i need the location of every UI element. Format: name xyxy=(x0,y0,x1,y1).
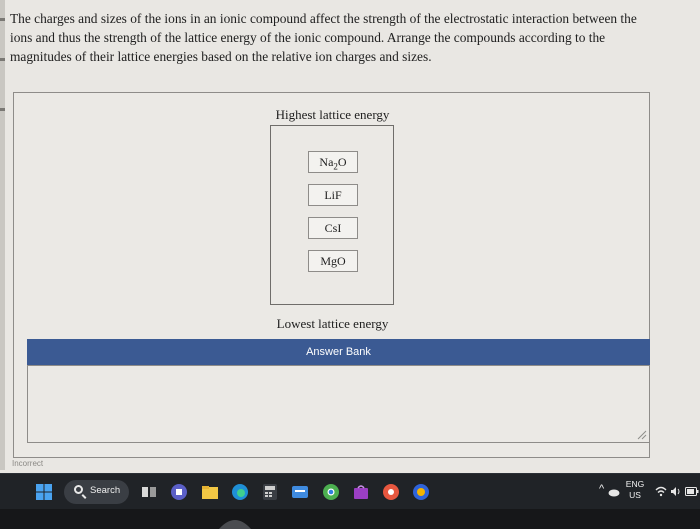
taskbar: Search ^ ENG US xyxy=(0,473,700,510)
browser-icon[interactable] xyxy=(412,483,430,501)
app-icon[interactable] xyxy=(291,483,309,501)
compound-tile-na2o[interactable]: Na2O xyxy=(308,151,358,173)
windows-start-icon[interactable] xyxy=(35,483,53,501)
battery-icon[interactable] xyxy=(685,487,699,496)
ranking-workspace: Highest lattice energy Na2O LiF CsI MgO … xyxy=(13,92,650,458)
search-icon xyxy=(74,485,83,494)
compound-tile-mgo[interactable]: MgO xyxy=(308,250,358,272)
sidebar-marker xyxy=(0,58,5,61)
taskbar-search[interactable]: Search xyxy=(64,480,129,504)
answer-bank-header: Answer Bank xyxy=(27,339,650,365)
laptop-logo-icon xyxy=(219,520,251,529)
store-icon[interactable] xyxy=(352,483,370,501)
chrome-icon[interactable] xyxy=(322,483,340,501)
question-text: The charges and sizes of the ions in an … xyxy=(10,11,637,64)
teams-icon[interactable] xyxy=(170,483,188,501)
result-status: Incorrect xyxy=(12,459,44,468)
compound-tile-csi[interactable]: CsI xyxy=(308,217,358,239)
sidebar-strip xyxy=(0,0,5,470)
answer-bank-dropzone[interactable] xyxy=(27,365,650,443)
sidebar-marker xyxy=(0,108,5,111)
formula-main: Na xyxy=(319,155,334,169)
cloud-icon[interactable] xyxy=(608,487,620,497)
ranking-dropzone[interactable]: Na2O LiF CsI MgO xyxy=(270,125,394,305)
language-indicator[interactable]: ENG US xyxy=(622,479,648,501)
sidebar-marker xyxy=(0,18,5,21)
task-view-icon[interactable] xyxy=(140,483,158,501)
media-icon[interactable] xyxy=(382,483,400,501)
file-explorer-icon[interactable] xyxy=(201,483,219,501)
calculator-icon[interactable] xyxy=(261,483,279,501)
compound-tile-lif[interactable]: LiF xyxy=(308,184,358,206)
wifi-icon[interactable] xyxy=(655,486,667,497)
search-label: Search xyxy=(90,485,121,496)
language-code: ENG xyxy=(625,479,645,489)
edge-icon[interactable] xyxy=(231,483,249,501)
highest-lattice-label: Highest lattice energy xyxy=(275,107,390,122)
lowest-lattice-label: Lowest lattice energy xyxy=(276,316,389,331)
tray-expand-icon[interactable]: ^ xyxy=(599,483,604,495)
region-code: US xyxy=(629,490,641,500)
formula-tail: O xyxy=(337,155,347,169)
screen-bottom-bezel xyxy=(0,509,700,529)
resize-handle-icon[interactable] xyxy=(637,430,647,440)
volume-icon[interactable] xyxy=(670,486,681,497)
